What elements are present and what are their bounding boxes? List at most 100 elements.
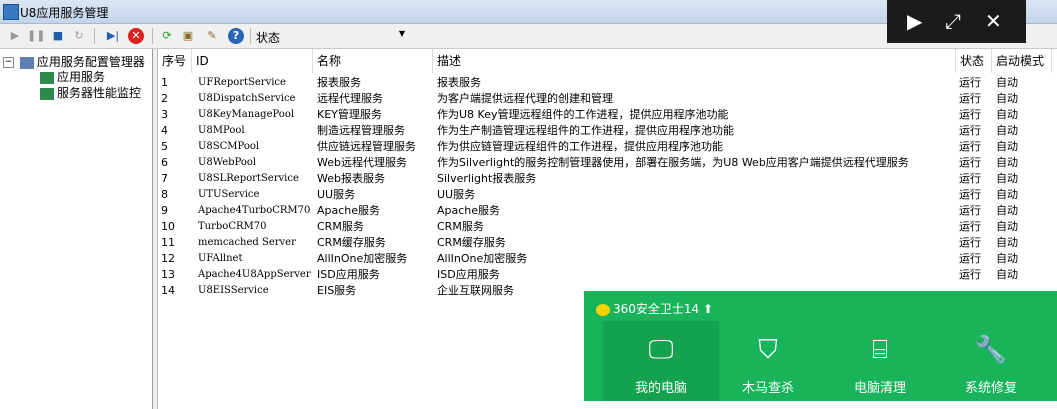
column-header-name[interactable]: 名称 (313, 49, 433, 73)
cell-name: 制造远程管理服务 (317, 124, 405, 137)
cell-id: UFAllnet (198, 253, 243, 264)
help-icon[interactable]: ? (228, 28, 244, 44)
table-row[interactable]: 6 U8WebPool Web远程代理服务 作为Silverlight的服务控制管理器… (158, 155, 1057, 171)
table-row[interactable]: 8 UTUService UU服务 UU服务 运行 自动 (158, 187, 1057, 203)
popup-brand: 360安全卫士14 ⬆ (596, 300, 713, 317)
cell-mode: 自动 (996, 108, 1018, 121)
cell-no: 9 (161, 204, 168, 217)
cell-status: 运行 (959, 124, 981, 137)
popup-item-system-repair[interactable]: 🔧 系统修复 (933, 321, 1049, 401)
cell-id: U8KeyManagePool (198, 109, 295, 120)
table-row[interactable]: 7 U8SLReportService Web报表服务 Silverlight报表服务… (158, 171, 1057, 187)
cell-mode: 自动 (996, 268, 1018, 281)
cell-name: Apache服务 (317, 204, 381, 217)
step-icon[interactable]: ▶| (104, 27, 122, 45)
toolbar-separator (250, 28, 251, 44)
close-service-icon[interactable]: ✕ (128, 28, 144, 44)
tree-item-app-services[interactable]: 应用服务 (40, 68, 105, 85)
cell-desc: Apache服务 (437, 204, 501, 217)
table-row[interactable]: 11 memcached Server CRM缓存服务 CRM缓存服务 运行 自动 (158, 235, 1057, 251)
popup-item-trojan-scan[interactable]: ⛉ 木马查杀 (710, 321, 826, 401)
cell-name: Web报表服务 (317, 172, 385, 185)
cell-mode: 自动 (996, 156, 1018, 169)
cell-no: 4 (161, 124, 168, 137)
cell-id: Apache4TurboCRM70 (198, 205, 311, 216)
status-filter-label: 状态 (256, 31, 281, 45)
toolbar-separator (94, 28, 95, 44)
cell-desc: AllInOne加密服务 (437, 252, 528, 265)
table-row[interactable]: 5 U8SCMPool 供应链远程管理服务 作为供应链管理远程组件的工作进程，提供应用… (158, 139, 1057, 155)
toolbar-separator (152, 28, 153, 44)
cell-id: U8MPool (198, 125, 245, 136)
cell-status: 运行 (959, 220, 981, 233)
cell-status: 运行 (959, 172, 981, 185)
cell-name: Web远程代理服务 (317, 156, 407, 169)
cell-mode: 自动 (996, 188, 1018, 201)
table-row[interactable]: 12 UFAllnet AllInOne加密服务 AllInOne加密服务 运行 自动 (158, 251, 1057, 267)
table-row[interactable]: 10 TurboCRM70 CRM服务 CRM服务 运行 自动 (158, 219, 1057, 235)
resize-icon[interactable]: ⤢ (945, 9, 961, 33)
cell-name: 远程代理服务 (317, 92, 383, 105)
refresh-icon[interactable]: ⟳ (158, 27, 176, 45)
cell-desc: 企业互联网服务 (437, 284, 514, 297)
cell-mode: 自动 (996, 76, 1018, 89)
close-icon[interactable]: ✕ (985, 9, 1002, 33)
popup-item-label: 我的电脑 (634, 381, 687, 396)
cell-id: UFReportService (198, 77, 286, 88)
cell-mode: 自动 (996, 92, 1018, 105)
cell-no: 2 (161, 92, 168, 105)
table-row[interactable]: 9 Apache4TurboCRM70 Apache服务 Apache服务 运行 自动 (158, 203, 1057, 219)
column-header-id[interactable]: ID (192, 49, 313, 73)
cell-no: 11 (161, 236, 175, 249)
pause-icon[interactable]: ❚❚ (27, 27, 45, 45)
cell-mode: 自动 (996, 124, 1018, 137)
cell-id: U8DispatchService (198, 93, 296, 104)
column-header-status[interactable]: 状态 (956, 49, 992, 73)
popup-item-cleanup[interactable]: ⌸ 电脑清理 (822, 321, 938, 401)
cell-status: 运行 (959, 140, 981, 153)
start-icon[interactable]: ▶ (6, 27, 24, 45)
cell-name: 报表服务 (317, 76, 361, 89)
play-icon[interactable]: ▶ (907, 9, 922, 33)
stop-square-icon[interactable]: ■ (49, 27, 67, 45)
cell-status: 运行 (959, 252, 981, 265)
collapse-icon[interactable]: − (3, 57, 14, 68)
cell-desc: ISD应用服务 (437, 268, 500, 281)
tree-item-performance-monitor[interactable]: 服务器性能监控 (40, 84, 141, 101)
cell-desc: CRM服务 (437, 220, 484, 233)
cell-name: CRM缓存服务 (317, 236, 386, 249)
column-header-start-mode[interactable]: 启动模式 (992, 49, 1052, 73)
cell-desc: UU服务 (437, 188, 476, 201)
cell-no: 8 (161, 188, 168, 201)
edit-icon[interactable]: ✎ (203, 27, 221, 45)
cell-no: 1 (161, 76, 168, 89)
cell-status: 运行 (959, 268, 981, 281)
table-row[interactable]: 4 U8MPool 制造远程管理服务 作为生产制造管理远程组件的工作进程，提供应用程序… (158, 123, 1057, 139)
popup-brand-label: 360安全卫士14 (613, 302, 700, 316)
table-row[interactable]: 13 Apache4U8AppServer ISD应用服务 ISD应用服务 运行 自动 (158, 267, 1057, 283)
table-row[interactable]: 2 U8DispatchService 远程代理服务 为客户端提供远程代理的创建和管理… (158, 91, 1057, 107)
column-header-index[interactable]: 序号 (158, 49, 192, 73)
popup-item-my-computer[interactable]: 🖵 我的电脑 (603, 321, 719, 401)
cell-name: KEY管理服务 (317, 108, 382, 121)
cell-no: 14 (161, 284, 175, 297)
cell-desc: 作为Silverlight的服务控制管理器使用，部署在服务端，为U8 Web应用… (437, 156, 909, 169)
table-row[interactable]: 3 U8KeyManagePool KEY管理服务 作为U8 Key管理远程组件的工作… (158, 107, 1057, 123)
cell-status: 运行 (959, 108, 981, 121)
cell-name: EIS服务 (317, 284, 357, 297)
cell-status: 运行 (959, 156, 981, 169)
properties-icon[interactable]: ▣ (179, 27, 197, 45)
tree-item-label: 应用服务 (57, 70, 106, 84)
cell-no: 10 (161, 220, 175, 233)
cell-desc: 作为生产制造管理远程组件的工作进程，提供应用程序池功能 (437, 124, 734, 137)
column-header-description[interactable]: 描述 (433, 49, 956, 73)
chevron-down-icon: ▼ (398, 29, 405, 38)
monitor-icon: 🖵 (648, 335, 674, 365)
tree-item-label: 服务器性能监控 (57, 86, 142, 100)
popup-item-label: 木马查杀 (741, 381, 794, 396)
status-filter-select[interactable]: ▼ (283, 28, 407, 43)
shield-icon: ⛉ (758, 335, 778, 365)
table-row[interactable]: 1 UFReportService 报表服务 报表服务 运行 自动 (158, 75, 1057, 91)
app-icon (3, 4, 19, 20)
restart-icon[interactable]: ↻ (70, 27, 88, 45)
